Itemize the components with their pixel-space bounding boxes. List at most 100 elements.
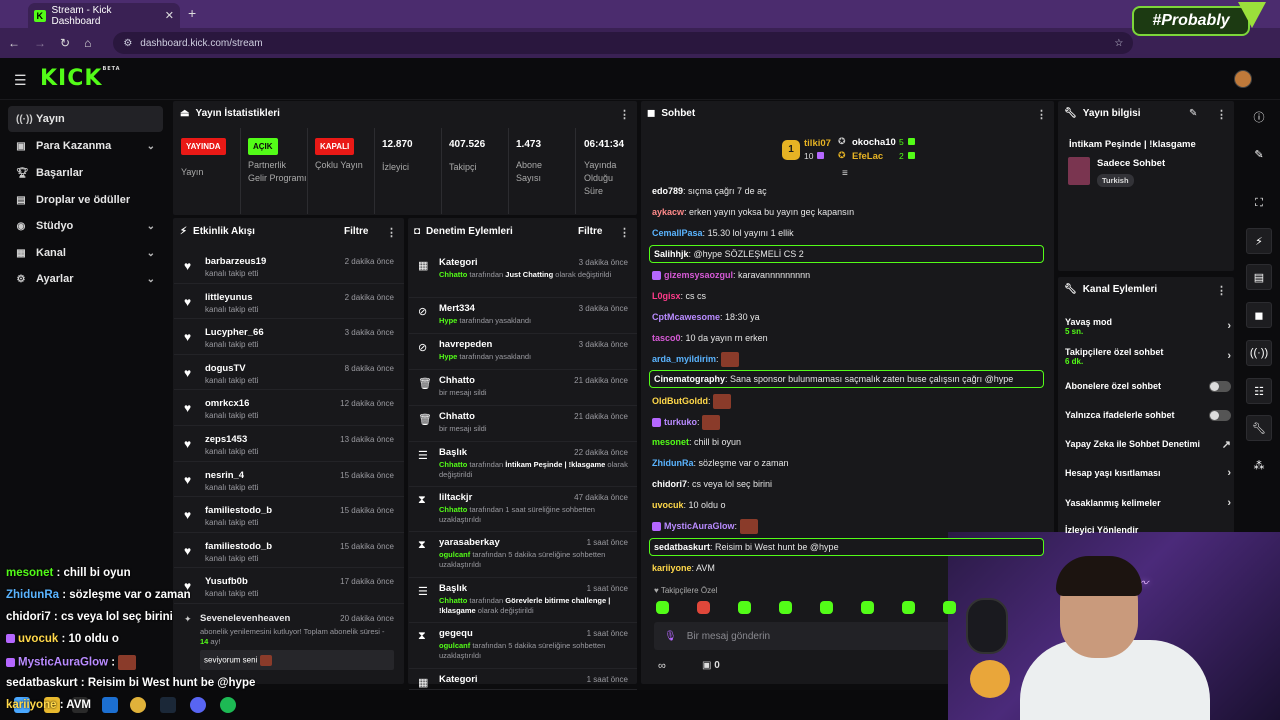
overlay-text: : chill bi oyun [53,567,131,579]
emote-shortcut-icon[interactable] [820,601,833,614]
sidebar-item-studyo[interactable]: ◉ Stüdyo ⌄ [8,213,163,239]
chevron-right-icon: › [1227,467,1231,479]
ban-icon: ⊘ [418,342,428,354]
channel-action-4[interactable]: Yapay Zeka ile Sohbet Denetimi ↗ [1060,430,1236,458]
kick-favicon-icon: K [34,9,46,22]
new-tab-icon[interactable]: + [188,5,196,21]
edit-icon[interactable]: ✎ [1189,108,1197,119]
mod-filter-button[interactable]: Filtre [578,226,602,237]
site-info-icon[interactable]: ⚙ [123,38,132,49]
reload-icon[interactable]: ↻ [60,36,70,50]
rail-broadcast-icon[interactable]: ((·)) [1246,340,1272,366]
channel-action-label: Hesap yaşı kısıtlaması [1065,468,1161,478]
mod-row: ⊘ havrepeden 3 dakika önce Hype tarafından … [409,334,637,370]
mod-highlight: Just Chatting [505,270,554,279]
mod-more-icon[interactable]: ⋮ [619,226,630,239]
emote-shortcut-icon[interactable] [656,601,669,614]
rail-chat-icon[interactable]: ◼ [1246,302,1272,328]
emote-shortcut-icon[interactable] [738,601,751,614]
browser-tab[interactable]: K Stream - Kick Dashboard ✕ [28,3,180,28]
channel-action-5[interactable]: Hesap yaşı kısıtlaması › [1060,459,1236,487]
lightning-icon: ⚡︎ [180,226,188,237]
emote-shortcut-icon[interactable] [943,601,956,614]
sidebar-item-kanal[interactable]: ▦ Kanal ⌄ [8,240,163,266]
sidebar-item-basarilar[interactable]: 🏆︎ Başarılar [8,160,163,186]
chat-leaderboard[interactable]: 1 tilki07 10 ✪ okocha10 5 ✪ EfeLac 2 [780,136,920,166]
forward-icon[interactable]: → [34,36,46,50]
toggle-switch[interactable] [1209,380,1231,392]
kick-logo[interactable]: KICKBETA [40,66,121,91]
partner-status-badge: AÇIK [248,138,278,155]
emote-picker-icon[interactable]: ∞ [658,660,666,672]
chat-collapse-icon[interactable]: ≡ [842,168,848,179]
hourglass-icon: ⧗ [418,539,426,551]
channel-action-label: Yasaklanmış kelimeler [1065,498,1161,508]
channel-action-6[interactable]: Yasaklanmış kelimeler › [1060,489,1236,517]
mod-actor: Chhatto [439,270,468,279]
rail-wrench-icon[interactable]: 🔧︎ [1246,415,1272,441]
multistream-status-badge: KAPALI [315,138,355,155]
rail-layout-icon[interactable]: ☷ [1246,378,1272,404]
rail-document-icon[interactable]: ▤ [1246,264,1272,290]
points-icon[interactable]: ▣ 0 [702,660,720,671]
steam-icon[interactable] [160,697,176,713]
back-icon[interactable]: ← [8,36,20,50]
event-time: 15 dakika önce [340,541,394,551]
chat-more-icon[interactable]: ⋮ [1036,108,1047,121]
overlay-text: : Reisim bi West hunt be @hype [77,677,256,689]
rail-lightning-icon[interactable]: ⚡︎ [1246,228,1272,254]
toggle-switch[interactable] [1209,409,1231,421]
sidebar-item-droplar[interactable]: ▤ Droplar ve ödüller [8,187,163,213]
event-name: omrkcx16 [205,398,250,410]
channel-actions-more-icon[interactable]: ⋮ [1216,284,1227,297]
event-row: ♥ familiestodo_b kanalı takip etti 15 dakik… [174,533,404,569]
chat-message: arda_myildirim: [652,352,1042,367]
microphone-icon[interactable]: 🎙︎ [664,631,677,642]
rail-apps-icon[interactable]: ⁂ [1246,452,1272,478]
chat-username: turkuko [664,416,698,427]
stream-info-more-icon[interactable]: ⋮ [1216,108,1227,121]
mod-action-text: tarafından [467,596,506,605]
channel-action-7[interactable]: İzleyici Yönlendir [1060,516,1236,544]
stats-more-icon[interactable]: ⋮ [619,108,630,121]
event-row: ♥ dogusTV kanalı takip etti 8 dakika önce [174,355,404,391]
channel-icon: ▦ [16,247,26,259]
emote-icon [713,394,732,409]
sidebar-item-para-kazanma[interactable]: ▣ Para Kazanma ⌄ [8,133,163,159]
emote-shortcut-icon[interactable] [861,601,874,614]
url-field[interactable]: ⚙ dashboard.kick.com/stream ☆ [113,32,1134,54]
close-tab-icon[interactable]: ✕ [165,9,174,22]
stream-info-panel [1058,101,1234,271]
emote-shortcut-icon[interactable] [902,601,915,614]
info-icon[interactable]: ⓘ [1246,104,1272,130]
hamburger-menu-icon[interactable]: ☰ [14,72,27,89]
sidebar-item-yayin[interactable]: ((·)) Yayın [8,106,163,132]
mod-time: 1 saat önce [586,538,628,547]
studio-icon: ◉ [16,220,26,232]
channel-action-label: Yapay Zeka ile Sohbet Denetimi [1065,439,1201,449]
discord-icon[interactable] [190,697,206,713]
channel-action-0[interactable]: Yavaş mod 5 sn. › [1060,312,1236,340]
events-filter-button[interactable]: Filtre [344,226,368,237]
events-more-icon[interactable]: ⋮ [386,226,397,239]
emote-shortcut-icon[interactable] [697,601,710,614]
home-icon[interactable]: ⌂ [84,36,91,50]
chevron-down-icon: ⌄ [146,273,155,285]
stream-info-title: 🔧︎ Yayın bilgisi [1064,108,1141,119]
channel-action-3[interactable]: Yalnızca ifadelerle sohbet [1060,401,1236,429]
fullscreen-icon[interactable]: ⛶ [1246,190,1272,216]
channel-action-1[interactable]: Takipçilere özel sohbet 6 dk. › [1060,342,1236,370]
chat-text: cs cs [685,291,707,301]
spotify-icon[interactable] [220,697,236,713]
emote-shortcut-icon[interactable] [779,601,792,614]
bookmark-star-icon[interactable]: ☆ [1114,38,1123,49]
sidebar-item-ayarlar[interactable]: ⚙ Ayarlar ⌄ [8,266,163,292]
mod-actor: ogulcanf [439,550,471,559]
pencil-icon[interactable]: ✎ [1246,141,1272,167]
outlook-icon[interactable] [102,697,118,713]
channel-action-2[interactable]: Abonelere özel sohbet [1060,372,1236,400]
user-avatar[interactable] [1234,70,1252,88]
probably-brand-overlay: #Probably [1132,6,1250,36]
chrome-icon[interactable] [130,697,146,713]
mod-target: yarasaberkay [439,537,500,548]
